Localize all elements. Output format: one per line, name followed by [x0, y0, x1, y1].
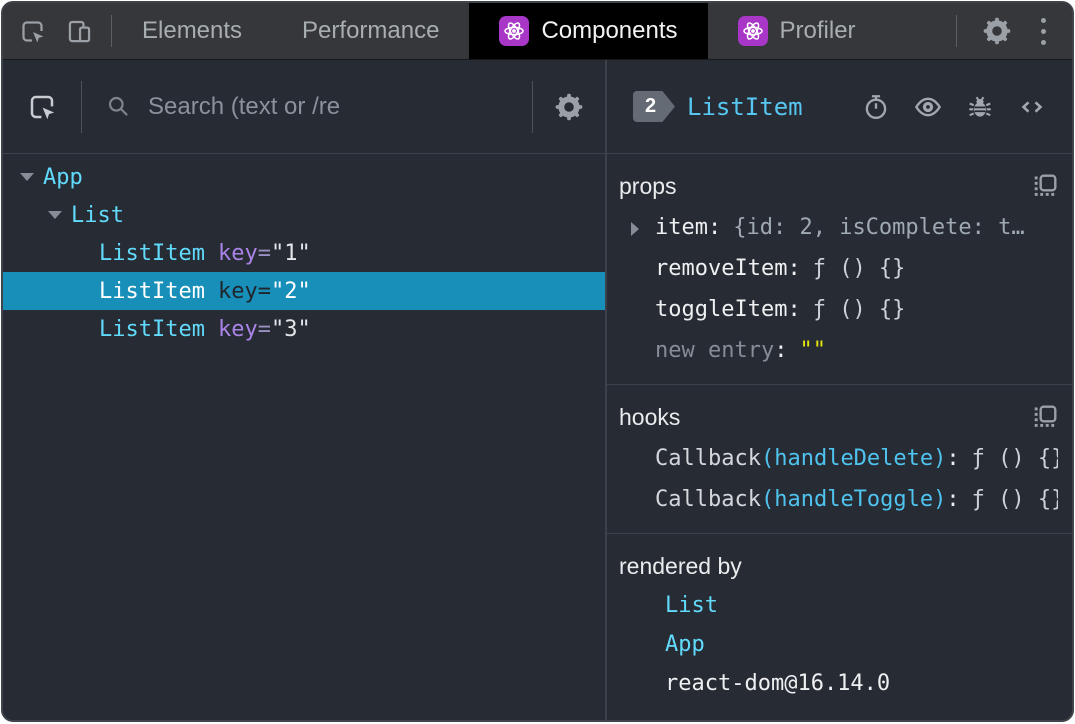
key-attribute: key="1": [217, 240, 311, 266]
copy-icon[interactable]: [1032, 173, 1058, 199]
tab-elements[interactable]: Elements: [112, 3, 272, 59]
key-attribute: key="3": [217, 316, 311, 342]
component-name: ListItem: [99, 278, 205, 304]
eye-icon[interactable]: [914, 93, 942, 121]
device-toolbar-icon[interactable]: [66, 18, 93, 45]
prop-row-removeitem[interactable]: removeItem: ƒ () {}: [619, 256, 1058, 282]
rendered-by-list-link[interactable]: List: [619, 593, 1058, 619]
toolbar-divider: [532, 80, 533, 133]
tab-performance[interactable]: Performance: [272, 3, 469, 59]
new-entry-value-field[interactable]: "": [799, 338, 826, 364]
selected-component-header: 2 ListItem: [607, 60, 1072, 154]
tab-profiler[interactable]: Profiler: [708, 3, 886, 59]
hooks-section-title: hooks: [619, 404, 681, 430]
rendered-by-title: rendered by: [619, 553, 742, 579]
props-section: props item: {id: 2, isComplete: t… remov…: [607, 154, 1072, 385]
toolbar-divider: [81, 80, 82, 133]
hook-row-handletoggle[interactable]: Callback(handleToggle): ƒ () {}: [619, 487, 1058, 513]
component-name: ListItem: [99, 240, 205, 266]
inspect-element-icon[interactable]: [19, 18, 46, 45]
props-section-title: props: [619, 173, 677, 199]
component-name: App: [43, 164, 83, 190]
chevron-right-icon[interactable]: [631, 222, 639, 236]
prop-value: ƒ () {}: [812, 297, 906, 322]
toolbar-divider: [956, 15, 957, 47]
components-toolbar: [3, 60, 605, 154]
component-name: List: [71, 202, 124, 228]
component-name: ListItem: [99, 316, 205, 342]
rendered-by-section: rendered by List App react-dom@16.14.0: [607, 534, 1072, 717]
tree-row-list[interactable]: List: [3, 196, 605, 234]
stopwatch-icon[interactable]: [862, 93, 890, 121]
tab-profiler-label: Profiler: [779, 17, 856, 44]
tree-row-listitem-1[interactable]: ListItem key="1": [3, 234, 605, 272]
browser-devtools-toolbar: Elements Performance Components Profiler: [3, 3, 1072, 60]
chevron-down-icon[interactable]: [48, 211, 62, 219]
rendered-by-react-dom-version: react-dom@16.14.0: [665, 671, 891, 696]
components-settings-gear-icon[interactable]: [555, 93, 583, 121]
tree-row-app[interactable]: App: [3, 158, 605, 196]
tab-elements-label: Elements: [142, 17, 243, 44]
tab-components[interactable]: Components: [469, 3, 708, 59]
search-icon: [108, 96, 129, 116]
tree-row-listitem-3[interactable]: ListItem key="3": [3, 310, 605, 348]
react-logo-icon: [499, 16, 530, 46]
select-component-icon[interactable]: [27, 92, 57, 122]
prop-row-toggleitem[interactable]: toggleItem: ƒ () {}: [619, 297, 1058, 323]
settings-gear-icon[interactable]: [983, 17, 1011, 45]
tab-performance-label: Performance: [302, 17, 440, 44]
hooks-section: hooks Callback(handleDelete): ƒ () {} Cal…: [607, 385, 1072, 534]
rendered-by-app-link[interactable]: App: [619, 632, 1058, 658]
selected-component-name: ListItem: [687, 92, 803, 121]
selected-index-badge: 2: [633, 91, 675, 122]
prop-value: ƒ () {}: [812, 256, 906, 281]
hook-row-handledelete[interactable]: Callback(handleDelete): ƒ () {}: [619, 446, 1058, 472]
prop-value: {id: 2, isComplete: t…: [733, 215, 1025, 240]
tab-components-label: Components: [541, 17, 678, 44]
more-options-icon[interactable]: [1037, 14, 1050, 49]
selected-component-pane: 2 ListItem props item: {id: 2, isComplet…: [607, 60, 1072, 720]
prop-row-new-entry[interactable]: new entry: "": [619, 338, 1058, 364]
react-logo-icon: [737, 16, 768, 46]
view-source-icon[interactable]: [1018, 93, 1046, 121]
prop-row-item[interactable]: item: {id: 2, isComplete: t…: [619, 215, 1058, 241]
tree-row-listitem-2-selected[interactable]: ListItem key="2": [3, 272, 605, 310]
copy-icon[interactable]: [1032, 404, 1058, 430]
search-input[interactable]: [148, 92, 508, 121]
devtools-window: Elements Performance Components Profiler: [1, 1, 1074, 722]
new-entry-field[interactable]: new entry: [655, 338, 774, 364]
chevron-down-icon[interactable]: [20, 173, 34, 181]
bug-icon[interactable]: [966, 93, 994, 121]
key-attribute: key="2": [217, 278, 311, 304]
components-tree-pane: App List ListItem key="1" ListItem key="…: [3, 60, 605, 720]
component-tree: App List ListItem key="1" ListItem key="…: [3, 154, 605, 720]
